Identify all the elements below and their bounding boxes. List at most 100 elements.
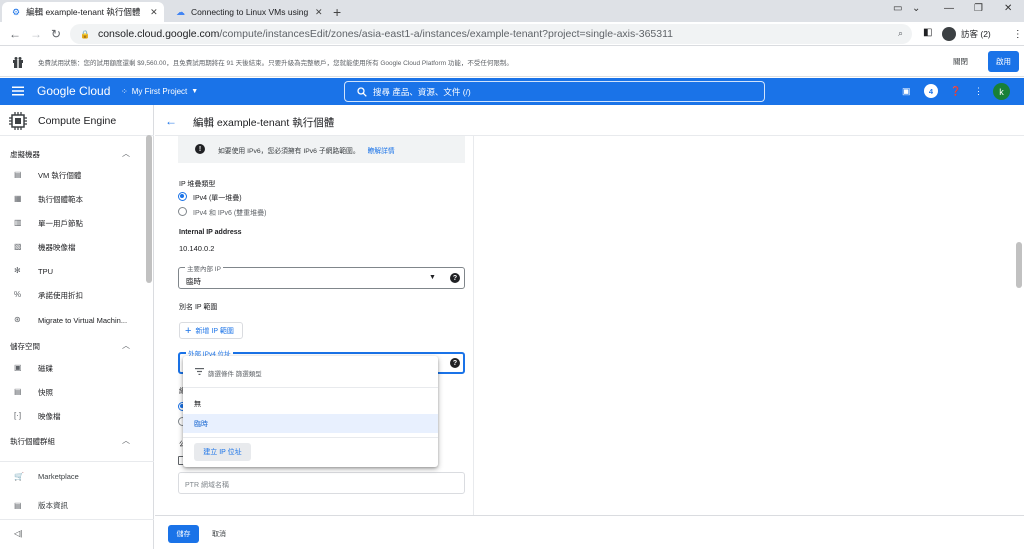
sidebar-item-tpu[interactable]: ✻ TPU [0, 261, 146, 281]
add-ip-range-label: 新增 IP 範圍 [195, 327, 234, 335]
dual-stack-radio[interactable] [178, 207, 187, 216]
more-vert-icon[interactable]: ⋮ [974, 86, 983, 97]
chevron-up-icon[interactable]: ︿ [122, 340, 130, 351]
dismiss-button[interactable]: 關閉 [953, 56, 968, 67]
sidebar-item-label: TPU [38, 266, 53, 276]
hamburger-menu-icon[interactable] [12, 85, 24, 97]
help-icon[interactable]: ? [450, 358, 460, 368]
url-input[interactable]: 🔒 console.cloud.google.com /compute/inst… [70, 24, 912, 44]
lock-icon: 🔒 [80, 29, 90, 39]
sidebar-scrollbar[interactable] [146, 135, 152, 283]
template-icon: ▦ [14, 194, 22, 203]
percent-icon: % [14, 290, 22, 299]
machine-image-icon: ▧ [14, 242, 22, 251]
sidebar-item-label: 映像檔 [38, 411, 61, 421]
sidebar-item-label: 快照 [38, 387, 53, 397]
chevron-up-icon[interactable]: ︿ [122, 435, 130, 446]
sidebar-item-marketplace[interactable]: 🛒 Marketplace [0, 464, 154, 488]
zoom-icon[interactable]: ⌕ [898, 28, 903, 39]
profile-button[interactable]: 訪客 (2) ⋮ [942, 25, 1023, 43]
search-input[interactable]: 搜尋 產品、資源、文件 (/) [344, 81, 765, 102]
gift-icon [13, 57, 23, 68]
caret-down-icon: ▼ [191, 88, 199, 95]
trial-text: 免費試用狀態：您的試用額度還剩 $9,560.00，且免費試用期將在 91 天後… [38, 59, 513, 67]
forward-arrow-icon[interactable]: → [30, 27, 42, 41]
browser-tab-bar: ⚙ 編輯 example-tenant 執行個體 ✕ ☁ Connecting … [0, 0, 1024, 22]
page-scrollbar[interactable] [1016, 242, 1022, 288]
profile-avatar [942, 27, 956, 41]
tab-search-icon[interactable]: ▭ [893, 3, 902, 14]
info-text: 如要使用 IPv6，您必須擁有 IPv6 子網路範圍。 瞭解詳情 [218, 145, 395, 155]
ipv6-info-box: ! 如要使用 IPv6，您必須擁有 IPv6 子網路範圍。 瞭解詳情 [178, 136, 465, 163]
dropdown-option-none[interactable]: 無 [183, 394, 438, 413]
reload-icon[interactable]: ↻ [51, 27, 61, 41]
browser-tab-active[interactable]: ⚙ 編輯 example-tenant 執行個體 ✕ [2, 2, 164, 22]
search-placeholder: 搜尋 產品、資源、文件 (/) [373, 86, 471, 97]
disk-icon: ▣ [14, 363, 22, 372]
dual-stack-radio-label: IPv4 和 IPv6 (雙重堆疊) [193, 210, 267, 217]
add-ip-range-button[interactable]: + 新增 IP 範圍 [179, 322, 243, 339]
sidebar-section-instance-groups[interactable]: 執行個體群組 [10, 436, 55, 447]
project-picker[interactable]: ⁘ My First Project ▼ [121, 87, 198, 96]
migrate-icon: ⊛ [14, 315, 21, 324]
sidebar-item-instance-templates[interactable]: ▦ 執行個體範本 [0, 189, 146, 209]
sidebar-divider [0, 519, 154, 520]
restore-icon[interactable]: ❐ [974, 3, 983, 14]
learn-more-link[interactable]: 瞭解詳情 [368, 148, 395, 155]
side-panel-icon[interactable]: ◧ [923, 27, 932, 38]
sidebar-item-label: 執行個體範本 [38, 194, 83, 204]
new-tab-button[interactable]: + [333, 4, 341, 20]
sidebar-item-release-notes[interactable]: ▤ 版本資訊 [0, 493, 154, 517]
image-icon: [·] [14, 411, 22, 420]
create-ip-address-button[interactable]: 建立 IP 位址 [194, 443, 251, 461]
google-cloud-logo[interactable]: Google Cloud [37, 84, 110, 98]
info-icon: ! [195, 144, 205, 154]
sidebar-item-disks[interactable]: ▣ 磁碟 [0, 358, 146, 378]
ip-stack-label: IP 堆疊類型 [179, 181, 216, 188]
address-bar-row: ← → ↻ 🔒 console.cloud.google.com /comput… [0, 22, 1024, 46]
ipv4-radio-label: IPv4 (單一堆疊) [193, 195, 242, 202]
sidebar-item-label: VM 執行個體 [38, 170, 82, 180]
sidebar-item-label: 磁碟 [38, 363, 53, 373]
dropdown-divider [183, 437, 438, 438]
account-avatar[interactable]: k [993, 83, 1010, 100]
chevron-down-icon[interactable]: ⌄ [912, 3, 920, 14]
sidebar-item-migrate[interactable]: ⊛ Migrate to Virtual Machin... [0, 310, 146, 330]
sidebar-item-commitments[interactable]: % 承諾使用折扣 [0, 285, 146, 305]
sidebar-section-vm[interactable]: 虛擬機器 [10, 149, 40, 160]
project-name: My First Project [131, 87, 188, 96]
sidebar-item-snapshots[interactable]: ▤ 快照 [0, 382, 146, 402]
sidebar-item-vm-instances[interactable]: ▤ VM 執行個體 [0, 165, 146, 185]
close-tab-icon[interactable]: ✕ [150, 7, 158, 18]
back-arrow-icon[interactable]: ← [165, 114, 177, 128]
save-button[interactable]: 儲存 [168, 525, 199, 543]
close-tab-icon[interactable]: ✕ [315, 7, 323, 18]
ptr-domain-input[interactable]: PTR 網域名稱 [178, 472, 465, 494]
dropdown-option-ephemeral[interactable]: 臨時 [183, 414, 438, 433]
ipv4-radio[interactable] [178, 192, 187, 201]
sidebar-item-machine-images[interactable]: ▧ 機器映像檔 [0, 237, 146, 257]
chevron-up-icon[interactable]: ︿ [122, 148, 130, 159]
sidebar-item-images[interactable]: [·] 映像檔 [0, 406, 146, 426]
collapse-sidebar-icon[interactable]: ◁| [14, 529, 22, 538]
help-icon[interactable]: ? [450, 273, 460, 283]
sidebar-item-sole-tenant-nodes[interactable]: ▥ 單一用戶節點 [0, 213, 146, 233]
internal-ip-value: 10.140.0.2 [179, 244, 215, 253]
profile-label: 訪客 (2) [961, 29, 991, 39]
help-icon[interactable]: ❓ [950, 86, 961, 97]
terminal-icon[interactable]: ▣ [902, 86, 911, 97]
dropdown-filter[interactable]: 篩選條件 篩選類型 [183, 356, 438, 388]
notification-badge[interactable]: 4 [924, 84, 938, 98]
search-icon [357, 86, 367, 97]
back-arrow-icon[interactable]: ← [9, 27, 21, 41]
activate-button[interactable]: 啟用 [988, 51, 1019, 72]
sidebar-divider [0, 461, 154, 462]
sidebar-item-label: 單一用戶節點 [38, 218, 83, 228]
window-close-icon[interactable]: ✕ [1004, 3, 1012, 14]
more-vert-icon[interactable]: ⋮ [1013, 29, 1023, 40]
minimize-icon[interactable]: — [944, 3, 954, 14]
primary-internal-ip-select[interactable]: 主要內部 IP 臨時 ▼ ? [178, 263, 465, 289]
sidebar-section-storage[interactable]: 儲存空間 [10, 341, 40, 352]
browser-tab-inactive[interactable]: ☁ Connecting to Linux VMs using ✕ [166, 2, 326, 22]
cancel-button[interactable]: 取消 [212, 529, 226, 539]
